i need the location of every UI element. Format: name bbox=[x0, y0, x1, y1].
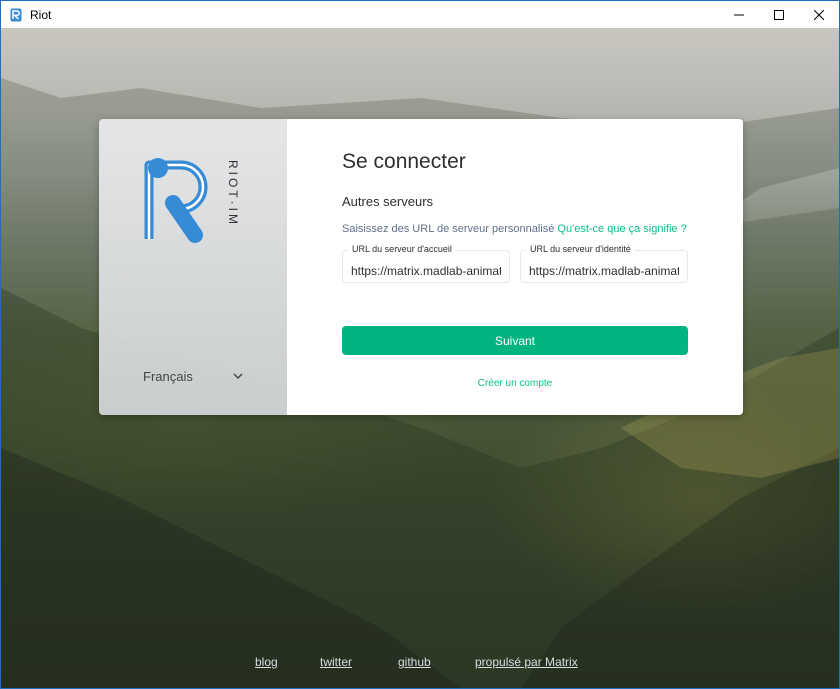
close-button[interactable] bbox=[799, 1, 839, 28]
close-icon bbox=[814, 9, 824, 20]
create-account-link[interactable]: Créer un compte bbox=[342, 378, 688, 389]
language-label: Français bbox=[143, 368, 193, 384]
next-button[interactable]: Suivant bbox=[342, 326, 688, 355]
page-title: Se connecter bbox=[342, 150, 466, 173]
footer-link-matrix[interactable]: propulsé par Matrix bbox=[475, 655, 578, 669]
footer: blog twitter github propulsé par Matrix bbox=[1, 655, 839, 671]
riot-logo: RIOT·IM bbox=[144, 158, 240, 243]
logo-wordmark: RIOT·IM bbox=[226, 160, 240, 227]
auth-page: RIOT·IM Français Se connecter Autres ser… bbox=[1, 28, 839, 688]
window-controls bbox=[719, 1, 839, 28]
app-window: Riot RIOT·IM Français Se connecter Autre… bbox=[0, 0, 840, 689]
server-help-text: Saisissez des URL de serveur personnalis… bbox=[342, 223, 687, 235]
homeserver-url-field: URL du serveur d'accueil bbox=[342, 244, 510, 283]
footer-link-twitter[interactable]: twitter bbox=[320, 655, 352, 669]
window-title: Riot bbox=[30, 7, 52, 22]
auth-header-panel: RIOT·IM Français bbox=[99, 119, 287, 415]
identity-server-url-input[interactable] bbox=[521, 251, 687, 282]
minimize-icon bbox=[734, 14, 744, 15]
section-title: Autres serveurs bbox=[342, 194, 434, 209]
identity-server-url-field: URL du serveur d'identité bbox=[520, 244, 688, 283]
what-does-this-mean-link[interactable]: Qu'est-ce que ça signifie ? bbox=[557, 223, 686, 235]
language-dropdown[interactable]: Français bbox=[143, 366, 243, 386]
chevron-down-icon bbox=[233, 373, 243, 380]
minimize-button[interactable] bbox=[719, 1, 759, 28]
maximize-button[interactable] bbox=[759, 1, 799, 28]
login-dialog: RIOT·IM Français Se connecter Autres ser… bbox=[99, 119, 743, 415]
footer-link-blog[interactable]: blog bbox=[255, 655, 278, 669]
footer-link-github[interactable]: github bbox=[398, 655, 431, 669]
maximize-icon bbox=[774, 9, 784, 20]
title-bar[interactable]: Riot bbox=[1, 1, 839, 28]
help-text-label: Saisissez des URL de serveur personnalis… bbox=[342, 223, 558, 235]
homeserver-url-input[interactable] bbox=[343, 251, 509, 282]
riot-app-icon bbox=[10, 8, 22, 21]
auth-body: Se connecter Autres serveurs Saisissez d… bbox=[287, 119, 743, 415]
